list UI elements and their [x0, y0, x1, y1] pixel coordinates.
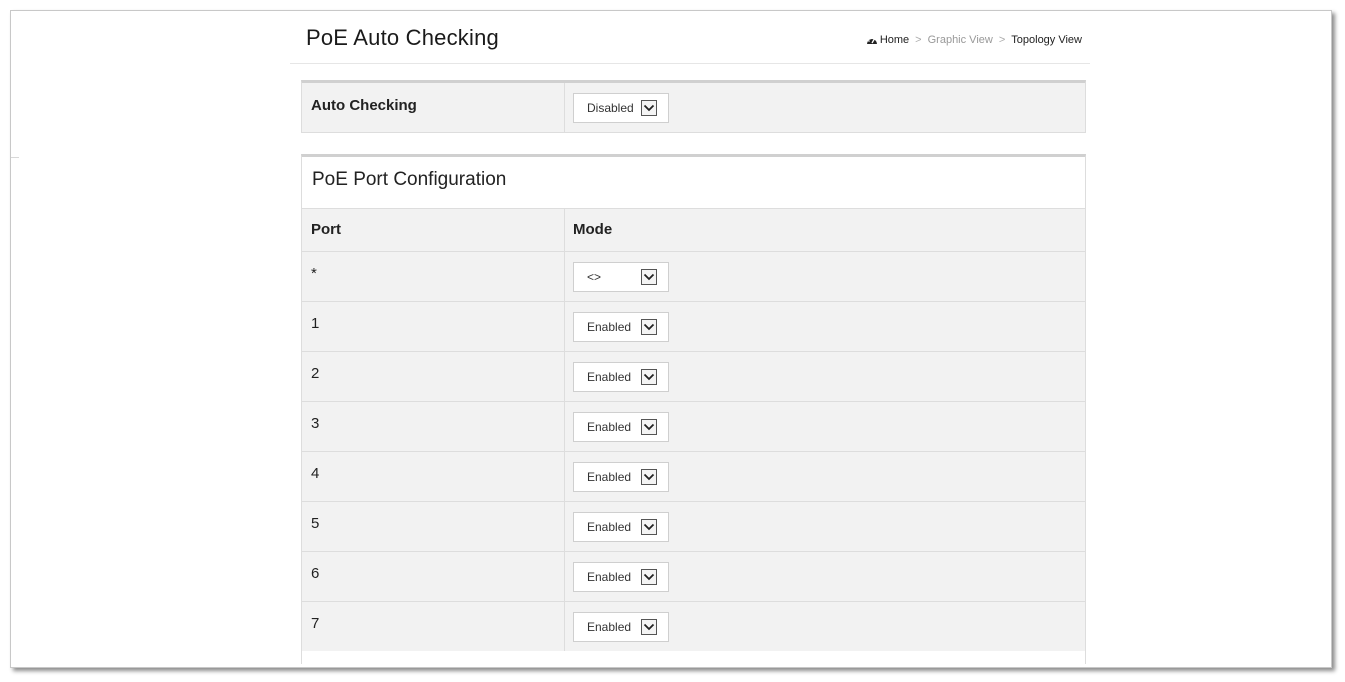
- poe-port-configuration-panel: PoE Port Configuration Port Mode * <> 1 Ena…: [301, 154, 1086, 664]
- breadcrumb-home[interactable]: Home: [866, 34, 909, 46]
- chevron-down-icon: [641, 419, 657, 435]
- auto-checking-select[interactable]: Disabled: [573, 93, 669, 123]
- mode-value: Enabled: [587, 620, 632, 634]
- port-label: 1: [311, 315, 320, 332]
- table-row: * <>: [302, 251, 1085, 301]
- breadcrumb-home-label: Home: [879, 34, 910, 46]
- port-label: *: [311, 265, 317, 282]
- mode-select[interactable]: Enabled: [573, 612, 669, 642]
- chevron-down-icon: [641, 319, 657, 335]
- breadcrumb-graphic-view[interactable]: Graphic View: [928, 34, 993, 46]
- auto-checking-label-cell: Auto Checking: [302, 83, 565, 133]
- mode-select[interactable]: Enabled: [573, 462, 669, 492]
- table-row: 3 Enabled: [302, 401, 1085, 451]
- mode-select[interactable]: <>: [573, 262, 669, 292]
- port-label: 3: [311, 415, 320, 432]
- port-label: 7: [311, 615, 320, 632]
- mode-value: <>: [587, 270, 602, 284]
- port-label: 4: [311, 465, 320, 482]
- mode-value: Enabled: [587, 320, 632, 334]
- port-cell: 6: [302, 552, 565, 601]
- chevron-down-icon: [641, 619, 657, 635]
- mode-value: Enabled: [587, 370, 632, 384]
- table-row: 4 Enabled: [302, 451, 1085, 501]
- breadcrumb: Home > Graphic View > Topology View: [866, 34, 1082, 46]
- mode-select[interactable]: Enabled: [573, 562, 669, 592]
- page-title: PoE Auto Checking: [306, 25, 499, 50]
- app-window: PoE Auto Checking Home > Graphic View > …: [10, 10, 1332, 668]
- table-row: 7 Enabled: [302, 601, 1085, 651]
- mode-select[interactable]: Enabled: [573, 312, 669, 342]
- table-row: 2 Enabled: [302, 351, 1085, 401]
- column-header-port: Port: [311, 221, 341, 238]
- mode-value: Enabled: [587, 570, 632, 584]
- table-row: 6 Enabled: [302, 551, 1085, 601]
- auto-checking-label: Auto Checking: [311, 97, 417, 114]
- mode-value: Enabled: [587, 470, 632, 484]
- port-table: Port Mode * <> 1 Enabled 2 Enabled 3 Enabled 4 En…: [302, 208, 1085, 651]
- port-cell: *: [302, 252, 565, 301]
- port-cell: 7: [302, 602, 565, 651]
- chevron-down-icon: [641, 100, 657, 116]
- column-header-mode: Mode: [573, 221, 613, 238]
- chevron-down-icon: [641, 569, 657, 585]
- mode-select[interactable]: Enabled: [573, 362, 669, 392]
- port-label: 6: [311, 565, 320, 582]
- port-cell: 3: [302, 402, 565, 451]
- port-cell: 1: [302, 302, 565, 351]
- breadcrumb-separator: >: [998, 34, 1006, 46]
- auto-checking-panel: Auto Checking Disabled: [301, 80, 1086, 133]
- mode-value: Enabled: [587, 520, 632, 534]
- table-row: 5 Enabled: [302, 501, 1085, 551]
- divider: [11, 157, 19, 158]
- table-header-row: Port Mode: [302, 208, 1085, 251]
- chevron-down-icon: [641, 519, 657, 535]
- auto-checking-value: Disabled: [587, 101, 634, 115]
- mode-select[interactable]: Enabled: [573, 512, 669, 542]
- chevron-down-icon: [641, 369, 657, 385]
- breadcrumb-topology-view[interactable]: Topology View: [1011, 34, 1082, 46]
- section-title: PoE Port Configuration: [312, 169, 507, 190]
- mode-select[interactable]: Enabled: [573, 412, 669, 442]
- dashboard-icon: [866, 37, 877, 44]
- port-label: 5: [311, 515, 320, 532]
- header-cell-port: Port: [302, 209, 565, 251]
- breadcrumb-separator: >: [915, 34, 922, 46]
- table-row: 1 Enabled: [302, 301, 1085, 351]
- port-cell: 4: [302, 452, 565, 501]
- port-label: 2: [311, 365, 320, 382]
- port-cell: 2: [302, 352, 565, 401]
- page-header: PoE Auto Checking Home > Graphic View > …: [290, 11, 1090, 64]
- chevron-down-icon: [641, 269, 657, 285]
- mode-value: Enabled: [587, 420, 632, 434]
- chevron-down-icon: [641, 469, 657, 485]
- port-cell: 5: [302, 502, 565, 551]
